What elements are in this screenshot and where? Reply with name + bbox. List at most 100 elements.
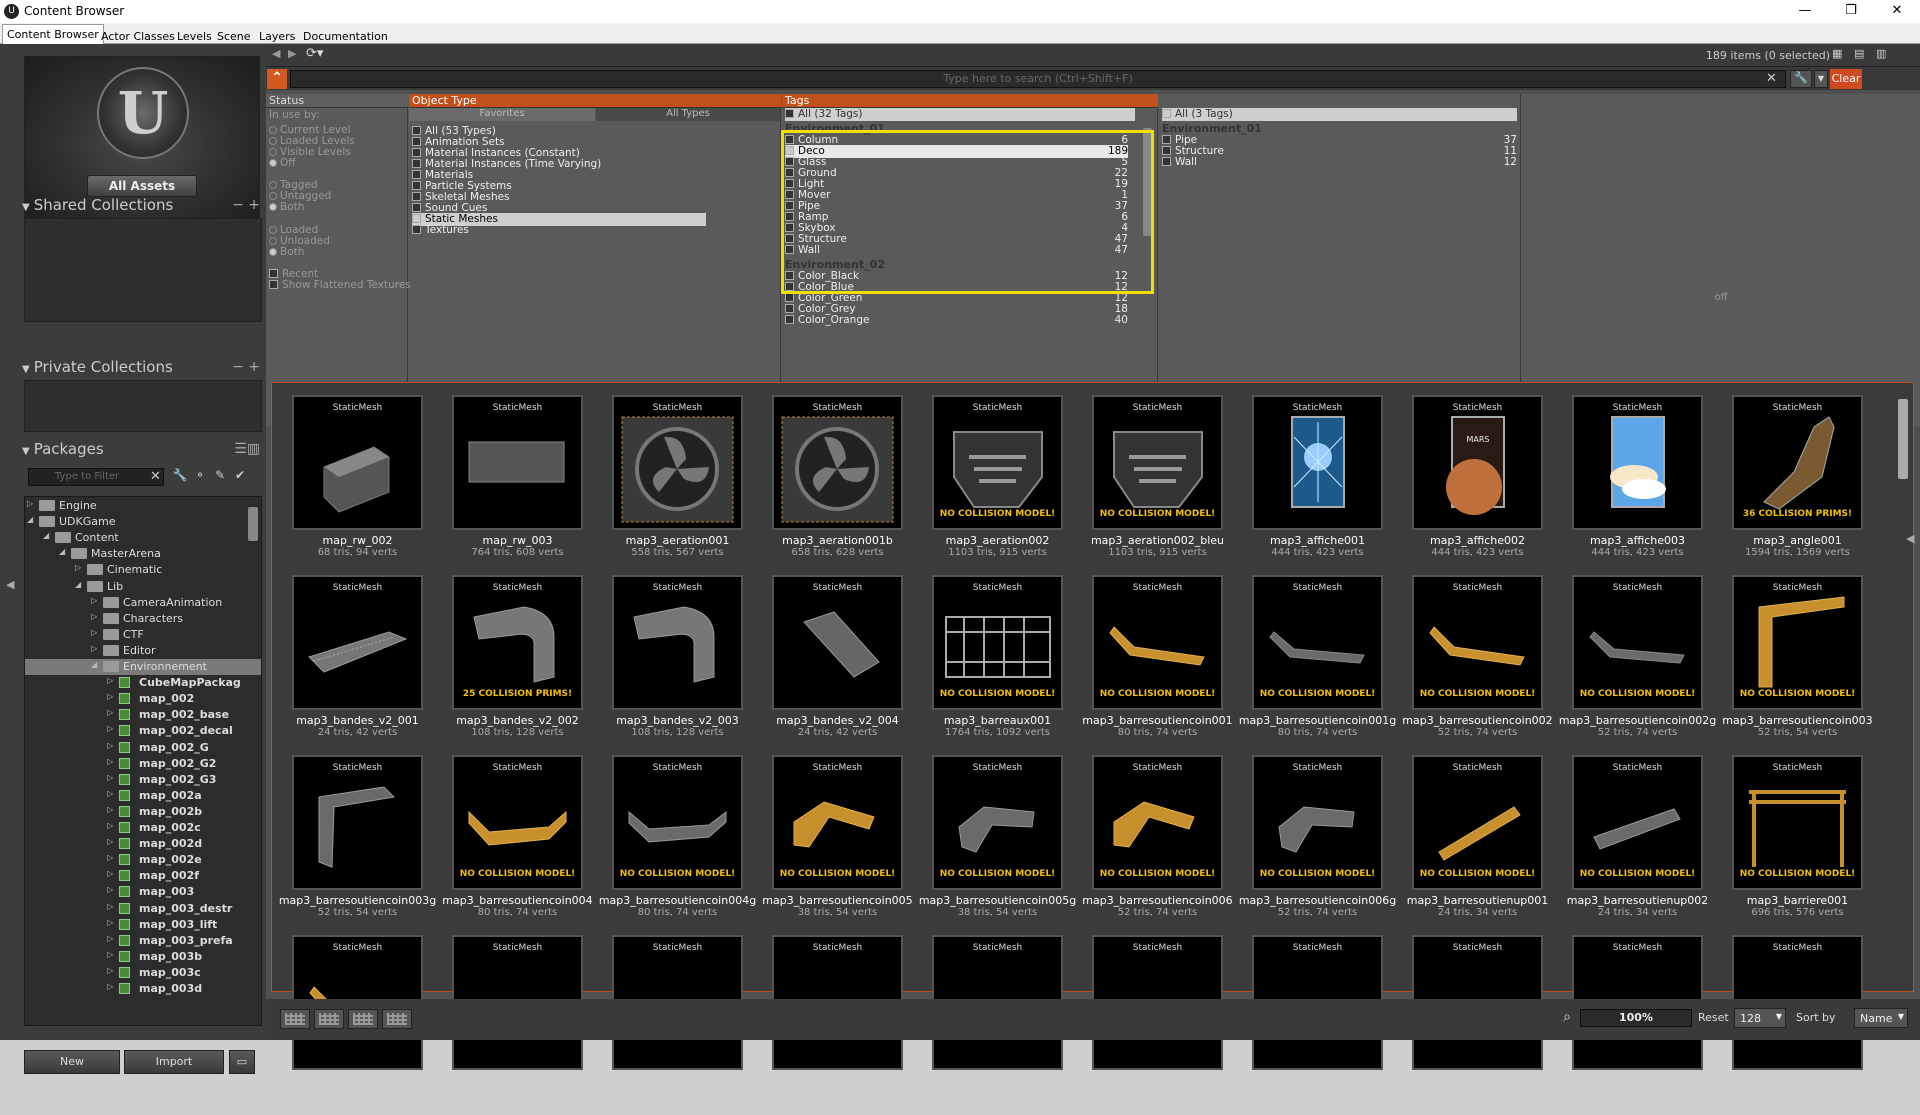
expand-arrow-icon[interactable]: ▷	[107, 885, 113, 894]
checkbox-icon[interactable]	[269, 269, 278, 278]
clear-button[interactable]: Clear	[1830, 69, 1862, 89]
new-button[interactable]: New	[24, 1050, 120, 1074]
expand-arrow-icon[interactable]: ◢	[59, 547, 65, 556]
tree-item[interactable]: ▷ map_002a	[25, 788, 261, 804]
checkbox-icon[interactable]	[1162, 109, 1171, 118]
checkbox-icon[interactable]	[1162, 157, 1171, 166]
tag-option[interactable]: Wall 12	[1162, 156, 1517, 169]
asset-tile[interactable]: StaticMesh map3_aeration001b 658 tris, 628…	[772, 395, 903, 575]
asset-thumbnail[interactable]: StaticMesh NO COLLISION MODEL!	[1572, 755, 1703, 890]
private-collections-header[interactable]: ▼ Private Collections − +	[22, 358, 262, 378]
tree-item[interactable]: ▷ map_003	[25, 884, 261, 900]
asset-tile[interactable]: StaticMesh map3_barresoutiencoin003g 52 tr…	[279, 755, 436, 935]
status-option[interactable]: Both	[269, 246, 304, 259]
tab-actor-classes[interactable]: Actor Classes	[96, 26, 180, 44]
asset-tile[interactable]: StaticMesh NO COLLISION MODEL! map3_barres…	[1722, 575, 1873, 755]
asset-thumbnail[interactable]: StaticMesh NO COLLISION MODEL!	[1412, 575, 1543, 710]
zoom-slider[interactable]: 100%	[1580, 1009, 1692, 1027]
asset-tile[interactable]: StaticMesh NO COLLISION MODEL! map3_barres…	[1567, 755, 1708, 935]
expand-arrow-icon[interactable]: ▷	[107, 757, 113, 766]
asset-thumbnail[interactable]: StaticMesh	[452, 395, 583, 530]
thumbnail-size-dropdown[interactable]: 128 ▼	[1734, 1008, 1786, 1028]
asset-thumbnail[interactable]: StaticMesh NO COLLISION MODEL!	[1572, 575, 1703, 710]
zoom-magnifier-icon[interactable]: ⌕	[1556, 1009, 1578, 1029]
expand-arrow-icon[interactable]: ▷	[107, 869, 113, 878]
expand-arrow-icon[interactable]: ▷	[91, 596, 97, 605]
checkbox-icon[interactable]	[785, 293, 794, 302]
asset-thumbnail[interactable]: StaticMesh	[772, 395, 903, 530]
close-button[interactable]: ✕	[1874, 0, 1920, 23]
tree-item[interactable]: ◢ UDKGame	[25, 514, 261, 530]
expand-arrow-icon[interactable]: ◢	[43, 531, 49, 540]
checkbox-icon[interactable]	[785, 315, 794, 324]
status-option[interactable]: Off	[269, 157, 296, 170]
tree-item[interactable]: ▷ map_003d	[25, 981, 261, 997]
asset-thumbnail[interactable]: StaticMesh NO COLLISION MODEL!	[612, 755, 743, 890]
asset-tile[interactable]: StaticMesh NO COLLISION MODEL! map3_barres…	[919, 755, 1076, 935]
asset-tile[interactable]: StaticMesh NO COLLISION MODEL! map3_barres…	[1239, 755, 1396, 935]
wrench-icon[interactable]: 🔧	[172, 468, 188, 484]
asset-tile[interactable]: StaticMesh NO COLLISION MODEL! map3_barres…	[762, 755, 913, 935]
tree-item[interactable]: ▷ Cinematic	[25, 562, 261, 578]
radio-icon[interactable]	[269, 203, 277, 211]
tree-item[interactable]: ▷ map_002d	[25, 836, 261, 852]
asset-tile[interactable]: StaticMesh NO COLLISION MODEL! map3_barres…	[1559, 575, 1716, 755]
tree-scrollbar[interactable]	[248, 507, 258, 541]
expand-arrow-icon[interactable]: ▷	[107, 853, 113, 862]
packages-header[interactable]: ▼ Packages ☰▥	[22, 440, 262, 460]
asset-thumbnail[interactable]: StaticMesh	[1252, 395, 1383, 530]
expand-arrow-icon[interactable]: ◢	[27, 515, 33, 524]
expand-arrow-icon[interactable]: ▷	[107, 692, 113, 701]
package-tree[interactable]: ▷ Engine ◢ UDKGame ◢ Content ◢ MasterArena ▷ Cine…	[24, 496, 262, 1026]
asset-thumbnail[interactable]: StaticMesh NO COLLISION MODEL!	[1732, 575, 1863, 710]
expand-arrow-icon[interactable]: ▷	[91, 628, 97, 637]
asset-tile[interactable]: StaticMesh map3_aeration001 558 tris, 567 …	[612, 395, 743, 575]
asset-tile[interactable]: StaticMesh NO COLLISION MODEL! map3_barres…	[1082, 575, 1233, 755]
asset-thumbnail[interactable]: StaticMesh NO COLLISION MODEL!	[1092, 395, 1223, 530]
radio-icon[interactable]	[269, 148, 277, 156]
expand-arrow-icon[interactable]: ▷	[27, 499, 33, 508]
tree-item[interactable]: ▷ map_002e	[25, 852, 261, 868]
asset-tile[interactable]: StaticMesh map3_bandes_v2_004 24 tris, 42 …	[772, 575, 903, 755]
grid-scrollbar[interactable]	[1898, 399, 1908, 479]
asset-thumbnail[interactable]: StaticMesh 36 COLLISION PRIMS!	[1732, 395, 1863, 530]
expand-arrow-icon[interactable]: ▷	[107, 724, 113, 733]
grid-view-medium-icon[interactable]	[314, 1009, 344, 1029]
checkbox-icon[interactable]	[412, 203, 421, 212]
expand-arrow-icon[interactable]: ▷	[107, 902, 113, 911]
asset-tile[interactable]: StaticMesh NO COLLISION MODEL! map3_barrie…	[1732, 755, 1863, 935]
tree-item[interactable]: ▷ map_003_destr	[25, 901, 261, 917]
checkbox-icon[interactable]	[412, 170, 421, 179]
tree-item[interactable]: ▷ map_003_prefa	[25, 933, 261, 949]
expand-arrow-icon[interactable]: ▷	[107, 789, 113, 798]
radio-icon[interactable]	[269, 159, 277, 167]
asset-tile[interactable]: StaticMesh NO COLLISION MODEL! map3_barrea…	[932, 575, 1063, 755]
all-types-tab[interactable]: All Types	[596, 108, 780, 121]
tree-item[interactable]: ▷ map_002_G	[25, 740, 261, 756]
private-collections-list[interactable]	[24, 380, 262, 432]
asset-tile[interactable]: StaticMesh NO COLLISION MODEL! map3_barres…	[1407, 755, 1548, 935]
asset-tile[interactable]: StaticMesh NO COLLISION MODEL! map3_aerati…	[1091, 395, 1224, 575]
expand-arrow-icon[interactable]: ▷	[107, 773, 113, 782]
asset-tile[interactable]: StaticMesh map3_bandes_v2_003 108 tris, 12…	[612, 575, 743, 755]
tree-item[interactable]: ◢ MasterArena	[25, 546, 261, 562]
tree-item[interactable]: ▷ CameraAnimation	[25, 595, 261, 611]
object-type-option[interactable]: Textures	[412, 224, 706, 237]
import-button[interactable]: Import	[124, 1050, 224, 1074]
asset-thumbnail[interactable]: MARS StaticMesh	[1412, 395, 1543, 530]
search-input[interactable]: Type here to search (Ctrl+Shift+F)	[290, 70, 1786, 88]
tree-item[interactable]: ▷ Editor	[25, 643, 261, 659]
forward-arrow-icon[interactable]: ▶	[288, 47, 296, 60]
tree-item[interactable]: ◢ Content	[25, 530, 261, 546]
expand-arrow-icon[interactable]: ▷	[107, 741, 113, 750]
checkbox-icon[interactable]	[412, 148, 421, 157]
asset-thumbnail[interactable]: StaticMesh NO COLLISION MODEL!	[932, 395, 1063, 530]
thumbnail-view-icon[interactable]: ▦	[1832, 47, 1842, 60]
asset-thumbnail[interactable]: StaticMesh	[772, 575, 903, 710]
asset-thumbnail[interactable]: StaticMesh NO COLLISION MODEL!	[452, 755, 583, 890]
checkmark-icon[interactable]: ✔	[232, 468, 248, 484]
grid-view-large-icon[interactable]	[348, 1009, 378, 1029]
asset-thumbnail[interactable]: StaticMesh	[612, 575, 743, 710]
asset-thumbnail[interactable]: StaticMesh NO COLLISION MODEL!	[932, 755, 1063, 890]
tree-item[interactable]: ▷ Engine	[25, 498, 261, 514]
